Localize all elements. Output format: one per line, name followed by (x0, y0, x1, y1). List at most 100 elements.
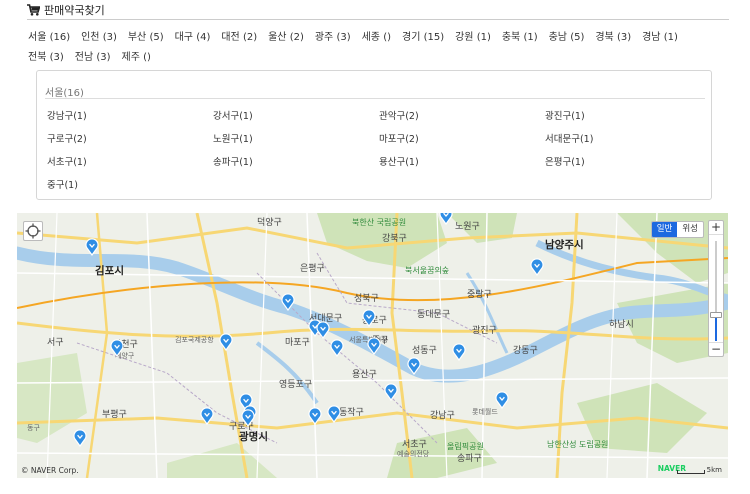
scale-label: 5km (706, 466, 722, 474)
district-link[interactable]: 강남구(1) (47, 108, 87, 122)
cart-icon (27, 4, 40, 16)
map-copyright: © NAVER Corp. (21, 466, 79, 475)
region-tab[interactable]: 대전 (2) (221, 32, 257, 43)
map-label-gwangmyeong: 광명시 (239, 431, 268, 443)
map-label-gangbuk: 강북구 (382, 234, 407, 244)
region-tab[interactable]: 광주 (3) (315, 32, 351, 43)
region-tab[interactable]: 충북 (1) (502, 32, 538, 43)
pharmacy-marker-icon[interactable] (281, 293, 295, 312)
region-tab[interactable]: 세종 () (362, 32, 391, 43)
region-tab[interactable]: 경기 (15) (402, 32, 444, 43)
district-link[interactable]: 구로구(2) (47, 131, 87, 145)
map-label-gangnam: 강남구 (430, 411, 455, 421)
region-tab[interactable]: 울산 (2) (268, 32, 304, 43)
map-label-gimpo-airport: 김포국제공항 (175, 336, 214, 344)
district-link[interactable]: 중구(1) (47, 177, 78, 191)
region-tab[interactable]: 전남 (3) (75, 52, 111, 63)
zoom-control: + − (708, 220, 724, 357)
map-scale: 5km (676, 466, 722, 474)
location-button[interactable] (23, 221, 43, 241)
map-type-toggle: 일반 위성 (650, 221, 704, 238)
map-label-seongbuk: 성북구 (354, 294, 379, 304)
region-tab[interactable]: 부산 (5) (128, 32, 164, 43)
district-link[interactable]: 노원구(1) (213, 131, 253, 145)
map-label-hanam: 하남시 (609, 320, 634, 330)
map-label-bukseoul: 북서울꿈의숲 (405, 266, 450, 275)
pharmacy-marker-icon[interactable] (530, 258, 544, 277)
pharmacy-marker-icon[interactable] (362, 309, 376, 328)
region-tab[interactable]: 경남 (1) (642, 32, 678, 43)
map-label-namyangju: 남양주시 (545, 239, 584, 251)
page-header: 판매약국찾기 (27, 3, 105, 17)
map-type-satellite-button[interactable]: 위성 (677, 222, 703, 237)
district-link[interactable]: 마포구(2) (379, 131, 419, 145)
pharmacy-marker-icon[interactable] (316, 321, 330, 340)
map-type-normal-button[interactable]: 일반 (651, 222, 678, 237)
map-label-dongdaemun: 동대문구 (417, 310, 451, 320)
map-label-namhansan: 남한산성 도립공원 (547, 440, 609, 449)
map-label-dongjak-gu: 동구 (27, 424, 40, 432)
region-tab[interactable]: 대구 (4) (175, 32, 211, 43)
region-tabs: 서울 (16) 인천 (3) 부산 (5) 대구 (4) 대전 (2) 울산 (2) 광주 … (28, 28, 728, 68)
pharmacy-marker-icon[interactable] (200, 407, 214, 426)
map-label-bupyeong: 부평구 (102, 410, 127, 420)
region-tab[interactable]: 서울 (16) (28, 32, 70, 43)
pharmacy-marker-icon[interactable] (495, 391, 509, 410)
map-label-nowon: 노원구 (455, 222, 480, 232)
zoom-out-button[interactable]: − (709, 342, 723, 356)
pharmacy-marker-icon[interactable] (452, 343, 466, 362)
pharmacy-marker-icon[interactable] (85, 238, 99, 257)
district-link[interactable]: 은평구(1) (545, 154, 585, 168)
map-label-gangseo: 서구 (47, 338, 64, 348)
map-label-lotte: 롯데월드 (472, 408, 498, 416)
pharmacy-marker-icon[interactable] (73, 429, 87, 448)
district-panel-title: 서울(16) (45, 88, 84, 99)
region-tab[interactable]: 인천 (3) (81, 32, 117, 43)
map-label-jungnang: 중랑구 (467, 290, 492, 300)
pharmacy-marker-icon[interactable] (241, 409, 255, 428)
district-link[interactable]: 관악구(2) (379, 108, 419, 122)
map-label-dongjak: 동작구 (339, 408, 364, 418)
map-label-eunpyeong: 은평구 (300, 264, 325, 274)
map-label-mapo: 마포구 (285, 338, 310, 348)
region-tab[interactable]: 전북 (3) (28, 52, 64, 63)
map-label-seongdong: 성동구 (412, 346, 437, 356)
district-link[interactable]: 용산구(1) (379, 154, 419, 168)
district-link[interactable]: 광진구(1) (545, 108, 585, 122)
region-tab[interactable]: 충남 (5) (549, 32, 585, 43)
district-panel: 서울(16) 강남구(1) 강서구(1) 관악구(2) 광진구(1) 구로구(2) 노원구… (36, 70, 712, 200)
pharmacy-marker-icon[interactable] (219, 333, 233, 352)
map-label-yongsan: 용산구 (352, 370, 377, 380)
district-link[interactable]: 서초구(1) (47, 154, 87, 168)
district-panel-divider (45, 98, 705, 99)
page-title: 판매약국찾기 (44, 4, 105, 17)
pharmacy-marker-icon[interactable] (384, 383, 398, 402)
district-link[interactable]: 강서구(1) (213, 108, 253, 122)
zoom-level-fill (715, 316, 717, 341)
map-label-yeongdeungpo: 영등포구 (279, 380, 313, 390)
district-link[interactable]: 서대문구(1) (545, 131, 593, 145)
region-tab[interactable]: 강원 (1) (455, 32, 491, 43)
region-tab[interactable]: 경북 (3) (595, 32, 631, 43)
region-tab[interactable]: 제주 () (122, 52, 151, 63)
pharmacy-marker-icon[interactable] (327, 405, 341, 424)
pharmacy-marker-icon[interactable] (367, 337, 381, 356)
district-link[interactable]: 송파구(1) (213, 154, 253, 168)
zoom-slider-handle[interactable] (710, 312, 722, 318)
pharmacy-marker-icon[interactable] (407, 357, 421, 376)
pharmacy-marker-icon[interactable] (330, 339, 344, 358)
pharmacy-marker-icon[interactable] (439, 213, 453, 226)
pharmacy-marker-icon[interactable] (110, 339, 124, 358)
crosshair-icon (25, 223, 41, 239)
map-view[interactable]: 덕양구 북한산 국립공원 노원구 강북구 남양주시 김포시 은평구 북서울꿈의숲… (17, 213, 728, 478)
header-divider (27, 19, 729, 20)
map-label-bukhansan: 북한산 국립공원 (352, 218, 407, 227)
zoom-in-button[interactable]: + (709, 221, 723, 235)
map-label-deogyang: 덕양구 (257, 218, 282, 228)
map-label-gimpo: 김포시 (95, 265, 124, 277)
map-label-songpa: 송파구 (457, 454, 482, 464)
map-label-yesul: 예술의전당 (397, 450, 430, 458)
map-label-gangdong: 강동구 (513, 346, 538, 356)
pharmacy-marker-icon[interactable] (308, 407, 322, 426)
map-label-gwangjin: 광진구 (472, 326, 497, 336)
